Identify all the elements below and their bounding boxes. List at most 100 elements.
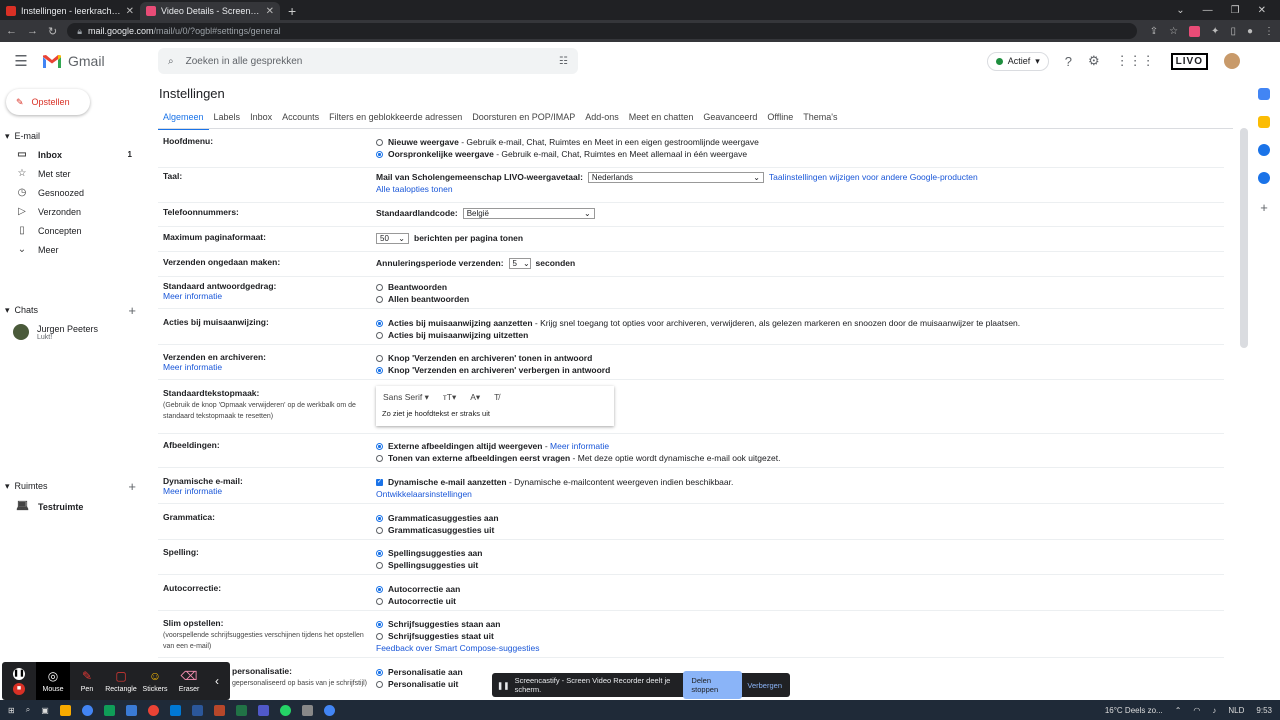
tab-meet-en-chatten[interactable]: Meet en chatten: [624, 110, 699, 130]
gmail-logo[interactable]: Gmail: [42, 53, 152, 69]
more-info-link[interactable]: Meer informatie: [163, 291, 373, 301]
sidebar-item-inbox[interactable]: ▭ Inbox 1: [0, 145, 150, 164]
radio-icon[interactable]: [376, 150, 383, 158]
back-icon[interactable]: ←: [6, 25, 17, 37]
tab-thema-s[interactable]: Thema's: [798, 110, 842, 130]
radio-icon[interactable]: [376, 454, 383, 462]
close-tab-icon[interactable]: ✕: [126, 6, 134, 17]
avatar[interactable]: [1224, 53, 1240, 69]
sidepanel-icon[interactable]: ▯: [1230, 26, 1236, 37]
remove-formatting-icon[interactable]: T̸: [494, 392, 499, 403]
task-view-icon[interactable]: ▣: [41, 706, 49, 715]
tab-geavanceerd[interactable]: Geavanceerd: [698, 110, 762, 130]
chrome-icon[interactable]: [81, 704, 93, 716]
clock[interactable]: 9:53: [1256, 706, 1272, 715]
radio-icon[interactable]: [376, 283, 383, 291]
app-icon[interactable]: [301, 704, 313, 716]
all-language-options-link[interactable]: Alle taalopties tonen: [376, 184, 453, 194]
chevron-up-icon[interactable]: ⌃: [1175, 706, 1182, 715]
reload-icon[interactable]: ↻: [48, 25, 57, 38]
browser-tab-gmail[interactable]: Instellingen - leerkracht@livone ✕: [0, 2, 140, 20]
chrome-icon[interactable]: [323, 704, 335, 716]
app-icon[interactable]: [103, 704, 115, 716]
sidebar-item-gesnoozed[interactable]: ◷ Gesnoozed: [0, 183, 150, 202]
hide-button[interactable]: Verbergen: [747, 681, 790, 690]
radio-reply[interactable]: Beantwoorden: [376, 281, 469, 293]
smart-compose-feedback-link[interactable]: Feedback over Smart Compose-suggesties: [376, 643, 539, 653]
search-icon[interactable]: ⌕: [168, 56, 174, 67]
spaces-section-header[interactable]: ▾ Ruimtes +: [0, 479, 150, 494]
undo-period-select[interactable]: 5 ⌄: [508, 257, 531, 269]
powerpoint-icon[interactable]: [213, 704, 225, 716]
minimize-icon[interactable]: —: [1203, 5, 1213, 16]
radio-icon[interactable]: [376, 632, 383, 640]
menu-dots-icon[interactable]: ⋮: [1264, 26, 1274, 37]
close-tab-icon[interactable]: ✕: [266, 6, 274, 17]
forward-icon[interactable]: →: [27, 25, 38, 37]
radio-icon[interactable]: [376, 526, 383, 534]
text-color-icon[interactable]: A▾: [470, 392, 480, 403]
tool-pen[interactable]: ✎ Pen: [70, 662, 104, 700]
stop-icon[interactable]: ■: [13, 682, 25, 695]
search-options-icon[interactable]: ☷: [559, 56, 568, 67]
calendar-icon[interactable]: [1258, 88, 1270, 100]
collapse-toolbar-button[interactable]: ‹: [206, 662, 228, 700]
chat-item[interactable]: Jurgen Peeters Lukt!: [0, 324, 150, 341]
windows-start-icon[interactable]: ⊞: [8, 706, 15, 715]
radio-icon[interactable]: [376, 514, 383, 522]
sidebar-item-concepten[interactable]: ▯ Concepten: [0, 221, 150, 240]
word-icon[interactable]: [191, 704, 203, 716]
checkbox-dynamic-email[interactable]: ✓ Dynamische e-mail aanzetten - Dynamisch…: [376, 476, 733, 488]
radio-smart-off[interactable]: Schrijfsuggesties staat uit: [376, 630, 539, 642]
radio-icon[interactable]: [376, 585, 383, 593]
puzzle-icon[interactable]: ✦: [1211, 26, 1219, 37]
chevron-down-icon[interactable]: ⌄: [1176, 5, 1184, 16]
radio-new-view[interactable]: Nieuwe weergave - Gebruik e-mail, Chat, …: [376, 136, 759, 148]
email-section-header[interactable]: ▾ E-mail: [0, 129, 150, 143]
hamburger-menu-icon[interactable]: ☰: [0, 52, 42, 70]
tab-filters-en-geblokkeerde-adressen[interactable]: Filters en geblokkeerde adressen: [324, 110, 467, 130]
radio-grammar-on[interactable]: Grammaticasuggesties aan: [376, 512, 499, 524]
whatsapp-icon[interactable]: [279, 704, 291, 716]
radio-icon[interactable]: [376, 319, 383, 327]
tab-accounts[interactable]: Accounts: [277, 110, 324, 130]
space-item[interactable]: 💻︎ Testruimte: [0, 497, 150, 516]
gear-icon[interactable]: ⚙: [1088, 53, 1100, 69]
tab-algemeen[interactable]: Algemeen: [158, 110, 209, 130]
share-icon[interactable]: ⇪: [1150, 26, 1158, 37]
star-icon[interactable]: ☆: [1169, 26, 1178, 37]
font-size-icon[interactable]: тT▾: [443, 392, 456, 403]
sidebar-item-met-ster[interactable]: ☆ Met ster: [0, 164, 150, 183]
radio-icon[interactable]: [376, 331, 383, 339]
radio-archive-hide[interactable]: Knop 'Verzenden en archiveren' verbergen…: [376, 364, 610, 376]
developer-settings-link[interactable]: Ontwikkelaarsinstellingen: [376, 489, 472, 499]
app-icon[interactable]: [147, 704, 159, 716]
search-input[interactable]: Zoeken in alle gesprekken: [186, 56, 303, 67]
radio-grammar-off[interactable]: Grammaticasuggesties uit: [376, 524, 499, 536]
address-bar[interactable]: 🔒︎ mail.google.com/mail/u/0/?ogbl#settin…: [67, 23, 1138, 39]
radio-autocorrect-on[interactable]: Autocorrectie aan: [376, 583, 460, 595]
tool-mouse[interactable]: ◎ Mouse: [36, 662, 70, 700]
radio-spelling-on[interactable]: Spellingsuggesties aan: [376, 547, 482, 559]
new-space-icon[interactable]: +: [128, 479, 136, 494]
status-selector[interactable]: Actief ▾: [986, 51, 1049, 71]
radio-images-ask[interactable]: Tonen van externe afbeeldingen eerst vra…: [376, 452, 780, 464]
radio-autocorrect-off[interactable]: Autocorrectie uit: [376, 595, 460, 607]
apps-grid-icon[interactable]: ⋮⋮⋮: [1116, 53, 1155, 69]
search-bar[interactable]: ⌕ Zoeken in alle gesprekken ☷: [158, 48, 578, 74]
radio-hover-off[interactable]: Acties bij muisaanwijzing uitzetten: [376, 329, 1020, 341]
new-chat-icon[interactable]: +: [128, 303, 136, 318]
tab-offline[interactable]: Offline: [762, 110, 798, 130]
scrollbar[interactable]: [1240, 128, 1248, 348]
radio-icon[interactable]: [376, 295, 383, 303]
browser-tab-screencastify[interactable]: Video Details - Screencastify ✕: [140, 2, 280, 20]
teams-icon[interactable]: [257, 704, 269, 716]
weather-widget[interactable]: 16°C Deels zo...: [1105, 706, 1163, 715]
more-info-link[interactable]: Meer informatie: [163, 486, 373, 496]
tool-eraser[interactable]: ⌫ Eraser: [172, 662, 206, 700]
stop-sharing-button[interactable]: Delen stoppen: [683, 671, 743, 699]
checkbox-icon[interactable]: ✓: [376, 478, 383, 486]
radio-hover-on[interactable]: Acties bij muisaanwijzing aanzetten - Kr…: [376, 317, 1020, 329]
radio-original-view[interactable]: Oorspronkelijke weergave - Gebruik e-mai…: [376, 148, 759, 160]
pause-icon[interactable]: ❚❚: [13, 667, 25, 680]
